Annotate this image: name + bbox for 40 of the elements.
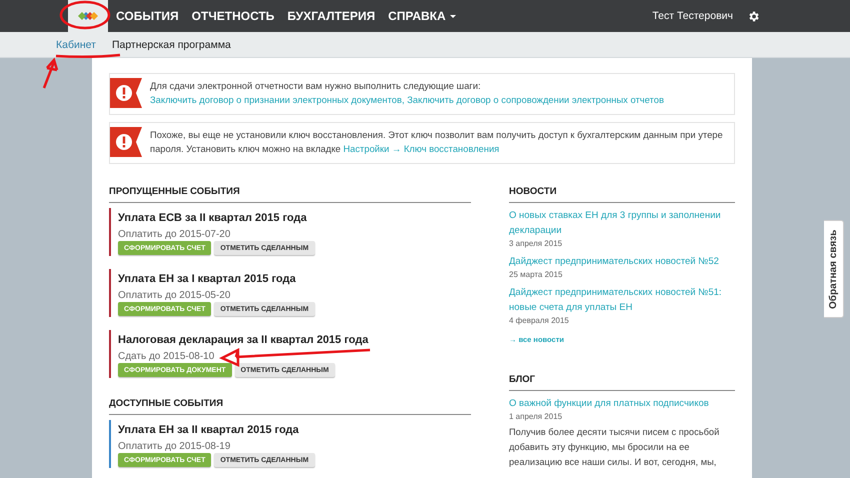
news-date: 25 марта 2015 <box>509 270 564 279</box>
annotation-arrow <box>42 57 58 90</box>
alert-link[interactable]: Заключить договор о признании электронных документов, Заключить договор о сопровождении электронных отчетов <box>150 94 664 105</box>
news-link[interactable]: О новых ставках ЕН для 3 группы и заполнении декларации <box>509 208 735 238</box>
settings-link[interactable]: Настройки → Ключ восстановления <box>343 143 500 154</box>
event-due-date: Сдать до 2015-08-10 <box>118 351 214 362</box>
feedback-tab[interactable]: Обратная связь <box>824 220 844 318</box>
alert-text: Для сдачи электронной отчетности вам нужно выполнить следующие шаги: Заключить договор о признании электронных документов, Заключить договор о сопровождении электронных отчетов <box>150 79 664 107</box>
event-title: Налоговая декларация за II квартал 2015 года <box>118 334 370 346</box>
section-heading: БЛОГ <box>509 374 735 391</box>
user-name-link[interactable]: Тест Тестерович <box>652 10 733 22</box>
event-due-date: Оплатить до 2015-08-19 <box>118 441 230 452</box>
event-title: Уплата ЕН за I квартал 2015 года <box>118 273 297 285</box>
annotation-ellipse <box>60 0 110 30</box>
event-due-date: Оплатить до 2015-07-20 <box>118 229 230 240</box>
news-link[interactable]: Дайджест предпринимательских новостей №51: новые счета для уплаты ЕН <box>509 285 735 315</box>
nav-menu-item[interactable]: СОБЫТИЯ <box>116 9 179 23</box>
subnav-tab[interactable]: Кабинет <box>54 36 98 54</box>
blog-post-excerpt: Получив более десяти тысячи писем с просьбой добавить эту функцию, мы бросили на ее реализацию все наши силы. И вот, сегодня, мы, <box>509 426 720 469</box>
event-title: Уплата ЕН за II квартал 2015 года <box>118 424 300 436</box>
alert-flag-icon <box>110 127 142 157</box>
event-title: Уплата ЕСВ за II квартал 2015 года <box>118 212 308 224</box>
section-heading: ДОСТУПНЫЕ СОБЫТИЯ <box>109 398 471 415</box>
section-heading: НОВОСТИ <box>509 186 735 203</box>
event-due-date: Оплатить до 2015-05-20 <box>118 290 230 301</box>
annotation-underline <box>56 54 120 58</box>
alert-flag-icon <box>110 78 142 108</box>
section-heading: ПРОПУЩЕННЫЕ СОБЫТИЯ <box>109 186 471 203</box>
settings-icon[interactable] <box>747 10 760 22</box>
news-link[interactable]: Дайджест предпринимательских новостей №52 <box>509 254 735 269</box>
nav-menu-item[interactable]: СПРАВКА <box>388 9 456 23</box>
caret-icon <box>450 14 456 18</box>
alert-text: Похоже, вы еще не установили ключ восстановления. Этот ключ позволит вам получить доступ к бухгалтерским данным при утере пароля. Установить ключ можно на вкладке Настройки → Ключ восстановления <box>150 128 724 156</box>
nav-menu-item[interactable]: БУХГАЛТЕРИЯ <box>287 9 376 23</box>
news-date: 4 февраля 2015 <box>509 316 570 325</box>
blog-post-link[interactable]: О важной функции для платных подписчиков <box>509 396 735 411</box>
nav-menu-item[interactable]: ОТЧЕТНОСТЬ <box>192 9 274 23</box>
news-date: 3 апреля 2015 <box>509 239 564 248</box>
blog-post-date: 1 апреля 2015 <box>509 412 564 421</box>
subnav-tab[interactable]: Партнерская программа <box>110 36 233 54</box>
